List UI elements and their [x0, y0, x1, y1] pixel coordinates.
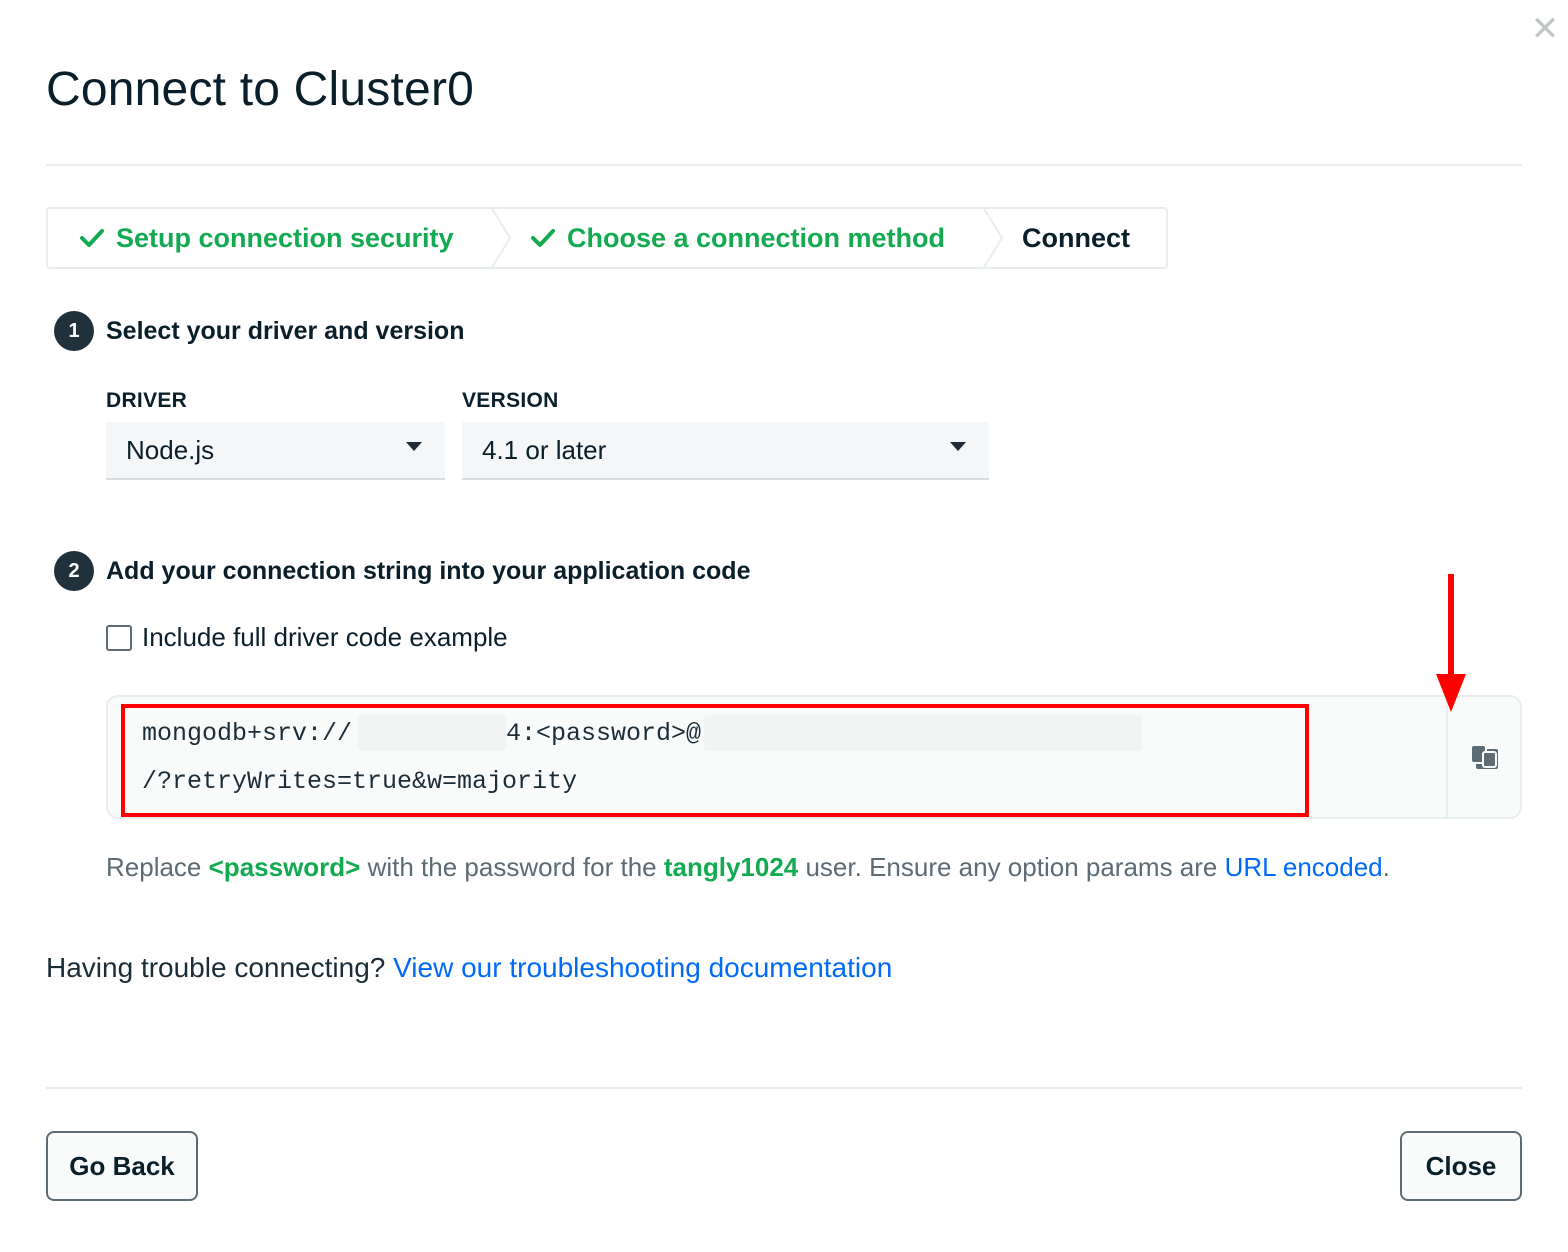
section-connection-string: 2 Add your connection string into your a… [54, 551, 750, 591]
step-label: Setup connection security [116, 222, 454, 253]
version-select[interactable]: 4.1 or later [462, 422, 989, 480]
driver-select[interactable]: Node.js [106, 422, 445, 480]
footer-divider [46, 1087, 1522, 1089]
note-text: user. Ensure any option params are [798, 852, 1225, 882]
note-text: Replace [106, 852, 209, 882]
driver-value: Node.js [126, 434, 215, 465]
step-connect[interactable]: Connect [1022, 209, 1130, 267]
section-title: Add your connection string into your app… [106, 556, 751, 585]
troubleshooting-help: Having trouble connecting? View our trou… [46, 952, 892, 984]
password-token: <password> [208, 852, 361, 882]
url-encoded-link[interactable]: URL encoded [1225, 852, 1383, 882]
go-back-button[interactable]: Go Back [46, 1131, 198, 1201]
copy-icon [1472, 746, 1498, 769]
include-driver-code-checkbox[interactable] [106, 624, 132, 651]
connection-string-line-1b: 4:<password>@ [506, 719, 702, 748]
section-select-driver: 1 Select your driver and version [54, 311, 464, 351]
dialog-title: Connect to Cluster0 [46, 63, 475, 116]
step-label: Choose a connection method [567, 222, 946, 253]
troubleshooting-docs-link[interactable]: View our troubleshooting documentation [393, 952, 892, 983]
step-number-badge: 2 [54, 551, 94, 591]
step-choose-connection-method[interactable]: Choose a connection method [531, 209, 945, 267]
redacted-host [704, 715, 1142, 751]
step-label: Connect [1022, 222, 1130, 253]
driver-label: DRIVER [106, 389, 188, 412]
note-text: . [1382, 852, 1390, 882]
step-setup-connection-security[interactable]: Setup connection security [80, 209, 454, 267]
redacted-username [358, 715, 506, 751]
version-label: VERSION [462, 389, 559, 412]
copy-button[interactable] [1446, 697, 1522, 817]
annotation-arrow [1436, 574, 1466, 712]
step-separator-chevron [982, 207, 1004, 269]
step-number-badge: 1 [54, 311, 94, 351]
help-question: Having trouble connecting? [46, 952, 394, 983]
caret-down-icon [406, 442, 422, 451]
checkbox-label: Include full driver code example [142, 622, 508, 652]
caret-down-icon [950, 442, 966, 451]
close-button[interactable]: Close [1400, 1131, 1522, 1201]
section-title: Select your driver and version [106, 316, 465, 345]
connection-string-line-2: /?retryWrites=true&w=majority [142, 767, 578, 796]
header-divider [46, 164, 1522, 166]
connection-string-box[interactable]: mongodb+srv:// 4:<password>@ /?retryWrit… [106, 695, 1522, 819]
check-icon [80, 228, 104, 248]
username-token: tangly1024 [663, 852, 799, 882]
close-dialog-icon[interactable]: ✕ [1530, 12, 1560, 46]
step-separator-chevron [490, 207, 512, 269]
full-driver-code-toggle[interactable]: Include full driver code example [106, 622, 508, 653]
check-icon [531, 228, 555, 248]
connection-stepper: Setup connection security Choose a conne… [46, 207, 1168, 269]
connection-string-line-1a: mongodb+srv:// [142, 719, 353, 748]
note-text: with the password for the [360, 852, 664, 882]
password-replace-note: Replace <password> with the password for… [106, 852, 1390, 883]
version-value: 4.1 or later [482, 434, 607, 465]
